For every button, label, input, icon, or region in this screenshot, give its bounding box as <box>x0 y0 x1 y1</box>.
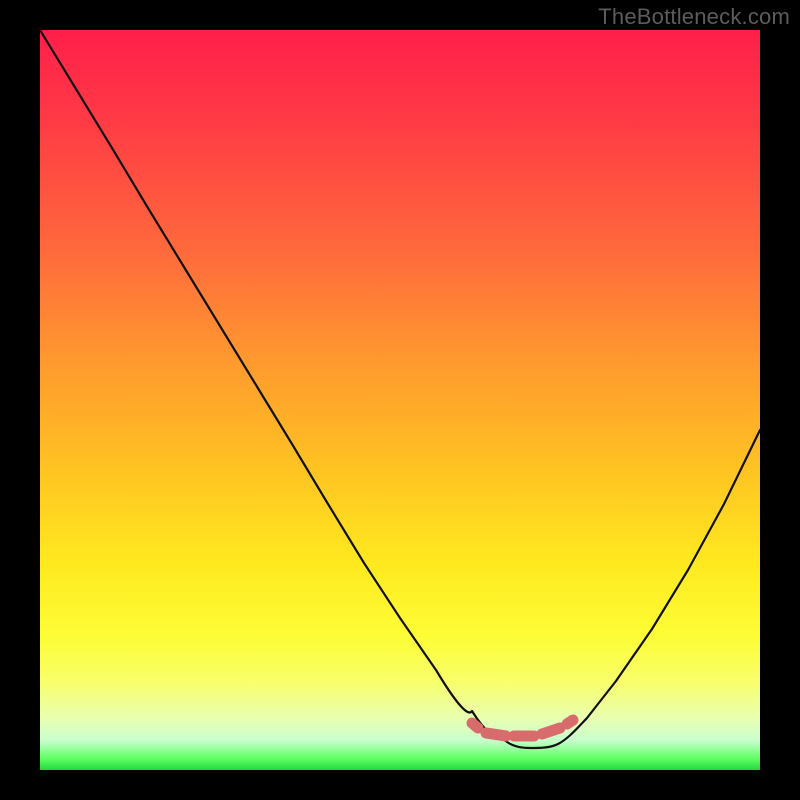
watermark-text: TheBottleneck.com <box>598 4 790 30</box>
optimal-range-marker <box>472 720 573 736</box>
chart-frame: TheBottleneck.com <box>0 0 800 800</box>
plot-area <box>40 30 760 770</box>
bottleneck-curve <box>40 30 760 748</box>
curve-layer <box>40 30 760 770</box>
